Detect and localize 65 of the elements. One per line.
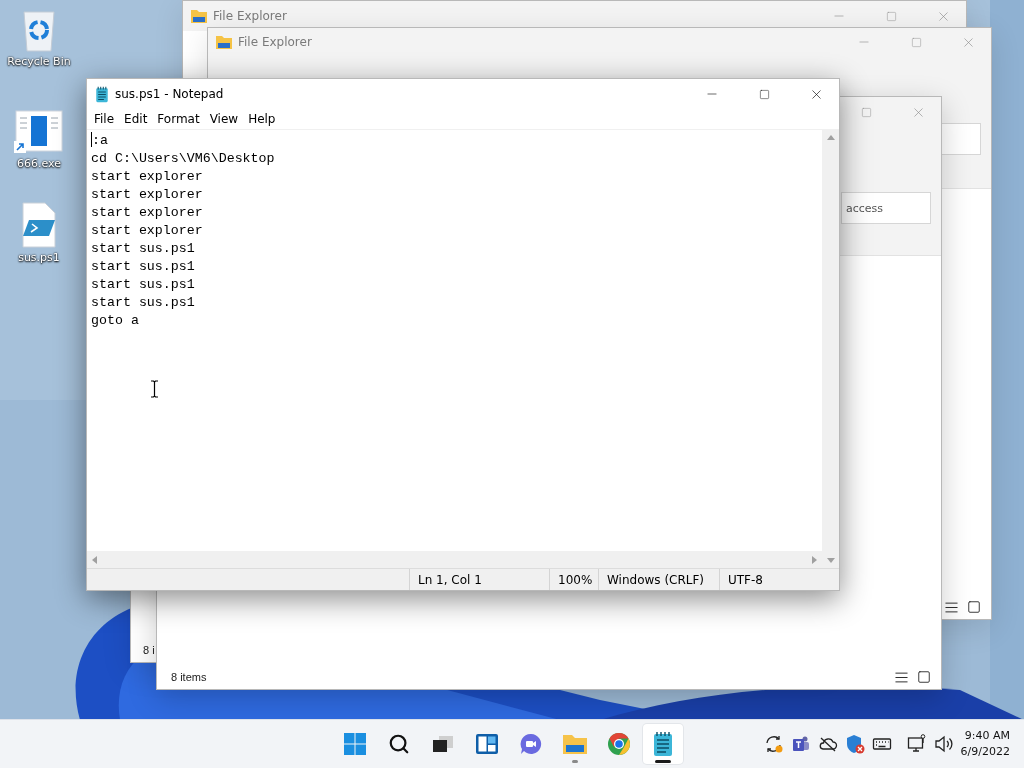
scroll-down-icon[interactable] [826,556,835,564]
maximize-icon [885,10,897,22]
search-icon [388,733,410,755]
sync-icon [764,734,784,754]
zoom-level: 100% [549,569,598,590]
window-title: File Explorer [238,35,312,49]
notepad-icon [652,731,674,757]
status-text: 8 items [171,671,207,683]
browser-icon [607,732,631,756]
network-icon [907,734,927,754]
widgets-icon [475,733,499,755]
folder-icon [562,733,588,755]
shortcut-icon[interactable] [14,110,64,154]
taskbar-button[interactable] [643,724,683,764]
clock-date[interactable]: 6/9/2022 [960,744,1010,760]
encoding: UTF-8 [719,569,819,590]
teams-icon [791,734,811,754]
code-line: start explorer [91,204,204,222]
menu-item[interactable]: View [204,112,244,126]
code-line: goto a [91,312,140,330]
cursor-position: Ln 1, Col 1 [409,569,549,590]
clock-time[interactable]: 9:40 AM [964,728,1010,744]
status-text: 8 i [143,644,155,656]
code-line: cd C:\Users\VM6\Desktop [91,150,276,168]
window-title: File Explorer [213,9,287,23]
volume-icon [934,734,954,754]
scroll-left-icon[interactable] [91,555,99,564]
code-line: start sus.ps1 [91,276,196,294]
code-line: start explorer [91,222,204,240]
menu-item[interactable]: Edit [119,112,153,126]
text-cursor-icon [150,380,159,398]
windows-logo-icon [343,732,367,756]
shield-icon [845,734,865,754]
menu-item[interactable]: Help [243,112,281,126]
code-line: start sus.ps1 [91,258,196,276]
powershell-file-icon[interactable] [19,202,59,248]
desktop-icon-label: sus.ps1 [18,251,60,264]
details-view-icon[interactable] [944,599,959,615]
notepad-icon [95,85,109,103]
tiles-view-icon[interactable] [967,600,981,614]
details-view-icon[interactable] [894,669,909,685]
tiles-view-icon[interactable] [917,670,931,684]
folder-icon [191,9,207,23]
code-line: start sus.ps1 [91,240,196,258]
code-line: start sus.ps1 [91,294,196,312]
code-line: :a [91,132,109,150]
maximize-icon [758,88,770,100]
address-field[interactable]: access [841,192,931,224]
search-field[interactable] [941,123,981,155]
maximize-icon [910,36,922,48]
task-view-icon [431,733,455,755]
scroll-up-icon[interactable] [826,134,835,142]
text-editor[interactable]: :a cd C:\Users\VM6\Desktop start explorer start explorer start explorer start explorer start sus.ps1 start sus.ps1 start sus.ps1 start sus.ps1 goto a [87,130,822,551]
menu-item[interactable]: Format [152,112,205,126]
chat-icon [519,732,543,756]
maximize-icon [860,106,872,118]
desktop-icon-label: Recycle Bin [7,55,71,68]
desktop-icon-label: 666.exe [17,157,61,170]
window-title: sus.ps1 - Notepad [115,87,224,101]
menu-item[interactable]: File [89,112,120,126]
code-line: start explorer [91,186,204,204]
line-ending: Windows (CRLF) [598,569,719,590]
folder-icon [216,35,232,49]
code-line: start explorer [91,168,204,186]
scroll-right-icon[interactable] [810,555,818,564]
